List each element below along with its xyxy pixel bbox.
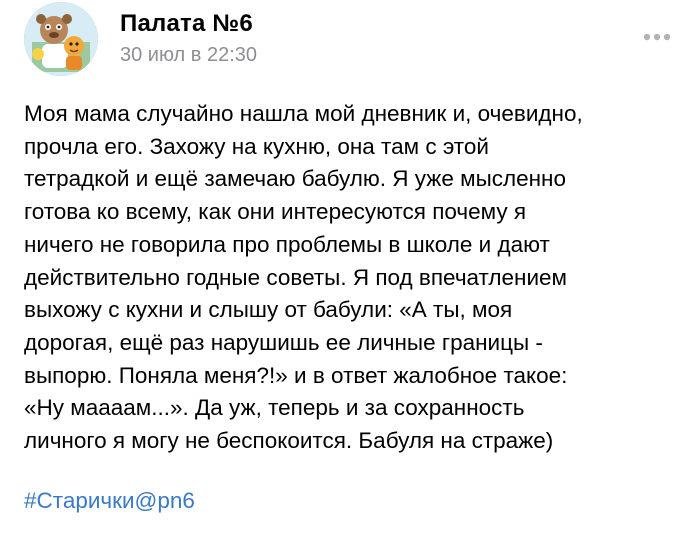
group-name[interactable]: Палата №6 xyxy=(120,10,253,38)
post-text: Моя мама случайно нашла мой дневник и, о… xyxy=(24,101,583,454)
post-date[interactable]: 30 июл в 22:30 xyxy=(120,44,257,67)
more-dots-icon[interactable] xyxy=(642,32,672,42)
post-header: Палата №6 30 июл в 22:30 xyxy=(24,2,676,76)
group-avatar[interactable] xyxy=(24,2,98,76)
avatar-image-icon xyxy=(24,2,98,76)
hashtag-link[interactable]: #Старички@pn6 xyxy=(24,488,195,514)
